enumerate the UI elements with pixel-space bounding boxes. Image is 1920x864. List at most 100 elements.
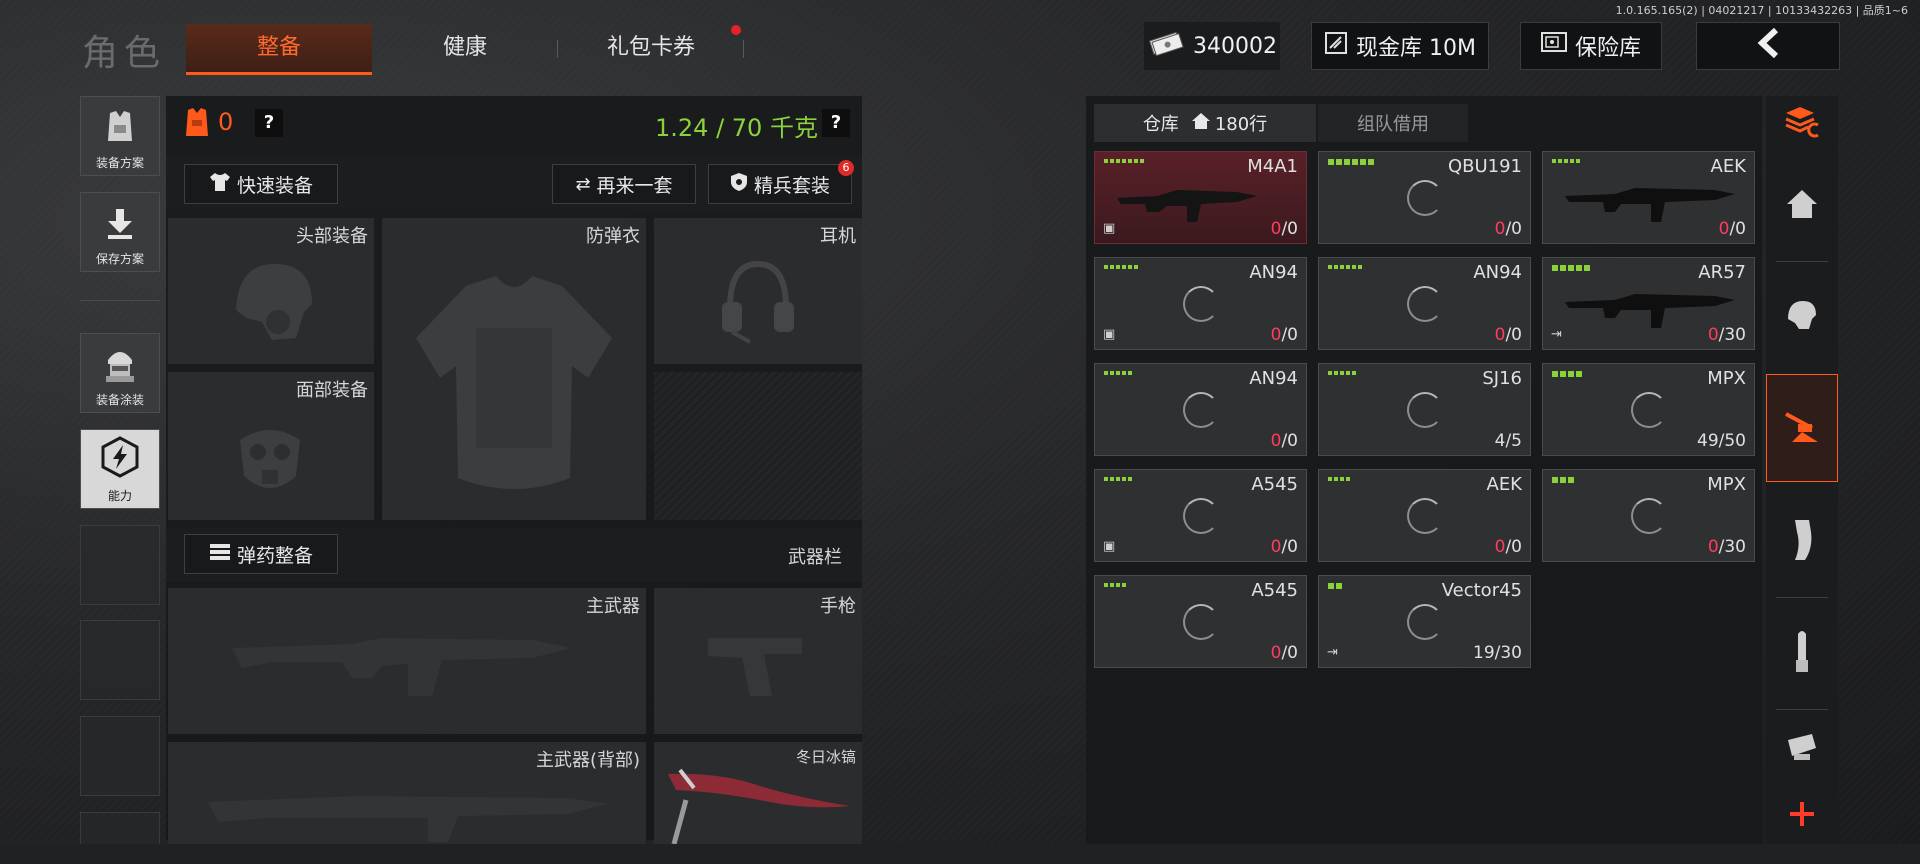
tab-team-borrow[interactable]: 组队借用 bbox=[1318, 104, 1468, 142]
slot-headset[interactable]: 耳机 bbox=[654, 218, 862, 364]
safe-icon bbox=[1540, 32, 1567, 60]
loading-spinner-icon bbox=[1406, 391, 1443, 428]
loading-spinner-icon bbox=[1182, 497, 1219, 534]
item-ammo: 0/0 bbox=[1271, 431, 1298, 451]
item-ammo: 0/0 bbox=[1495, 325, 1522, 345]
elite-set-button[interactable]: 精兵套装 bbox=[708, 164, 852, 204]
armor-count: 0 bbox=[218, 108, 234, 136]
loading-spinner-icon bbox=[1182, 391, 1219, 428]
tab-equip[interactable]: 整备 bbox=[186, 24, 372, 75]
safe-label: 保险库 bbox=[1574, 36, 1641, 61]
sidebar-item-save-plan[interactable]: 保存方案 bbox=[80, 192, 160, 272]
rarity-dots bbox=[1552, 265, 1590, 271]
inventory-item[interactable]: AN94 0/0 bbox=[1318, 257, 1531, 350]
tab-warehouse[interactable]: 仓库 180行 bbox=[1094, 104, 1316, 142]
ammo-current: 0 bbox=[1270, 643, 1282, 663]
weapon-bar-label: 武器栏 bbox=[788, 547, 842, 568]
rail-helmet[interactable] bbox=[1766, 262, 1838, 370]
ammo-max: /0 bbox=[1505, 219, 1522, 239]
ice-pick-icon bbox=[660, 760, 860, 848]
inventory-item[interactable]: A545 0/0 bbox=[1094, 575, 1307, 668]
ammo-current: 0 bbox=[1707, 325, 1719, 345]
slot-locked bbox=[654, 372, 862, 520]
rail-turret[interactable] bbox=[1766, 374, 1838, 482]
rail-add[interactable] bbox=[1766, 792, 1838, 840]
slot-face[interactable]: 面部装备 bbox=[168, 372, 374, 520]
loading-spinner-icon bbox=[1406, 497, 1443, 534]
slot-body-armor[interactable]: 防弹衣 bbox=[382, 218, 646, 520]
quick-equip-button[interactable]: 快速装备 bbox=[184, 164, 338, 204]
rarity-dots bbox=[1328, 371, 1356, 375]
cash-vault-icon bbox=[1324, 31, 1348, 61]
inventory-item[interactable]: QBU191 0/0 bbox=[1318, 151, 1531, 244]
item-name: AEK bbox=[1710, 156, 1747, 177]
item-name: A545 bbox=[1251, 474, 1298, 495]
ammo-current: 0 bbox=[1270, 537, 1282, 557]
item-ammo: 0/30 bbox=[1708, 537, 1746, 557]
pistol-icon bbox=[706, 632, 806, 706]
inventory-item[interactable]: A545 ▣ 0/0 bbox=[1094, 469, 1307, 562]
ammo-max: /30 bbox=[1494, 643, 1522, 663]
armor-help-icon[interactable]: ? bbox=[255, 109, 283, 137]
inventory-item[interactable]: AEK 0/0 bbox=[1542, 151, 1755, 244]
item-name: A545 bbox=[1251, 580, 1298, 601]
box-icon: ▣ bbox=[1103, 221, 1116, 236]
inventory-item[interactable]: AEK 0/0 bbox=[1318, 469, 1531, 562]
rail-magazine[interactable] bbox=[1766, 488, 1838, 596]
inventory-item[interactable]: Vector45 ⇥ 19/30 bbox=[1318, 575, 1531, 668]
sidebar-item-loadout-plan[interactable]: 装备方案 bbox=[80, 96, 160, 176]
item-name: Vector45 bbox=[1441, 580, 1522, 601]
item-ammo: 0/0 bbox=[1271, 219, 1298, 239]
ammo-equip-button[interactable]: 弹药整备 bbox=[184, 534, 338, 574]
slot-primary-weapon-back[interactable]: 主武器(背部) bbox=[168, 742, 646, 844]
tab-health[interactable]: 健康 bbox=[372, 24, 558, 72]
slot-head[interactable]: 头部装备 bbox=[168, 218, 374, 364]
box-icon: ▣ bbox=[1103, 539, 1116, 554]
rail-sort[interactable] bbox=[1766, 96, 1838, 152]
sidebar-item-ability[interactable]: 能力 bbox=[80, 429, 160, 509]
loading-spinner-icon bbox=[1182, 603, 1219, 640]
inventory-item[interactable]: SJ16 4/5 bbox=[1318, 363, 1531, 456]
rail-bullet[interactable] bbox=[1766, 600, 1838, 708]
ammo-max: /5 bbox=[1505, 431, 1522, 451]
rail-divider bbox=[1776, 597, 1828, 598]
tab-gift-coupons[interactable]: 礼包卡券 bbox=[558, 24, 744, 72]
slot-primary-weapon[interactable]: 主武器 bbox=[168, 588, 646, 734]
headset-icon bbox=[720, 258, 796, 352]
inventory-item[interactable]: M4A1 ▣ 0/0 bbox=[1094, 151, 1307, 244]
weight-help-icon[interactable]: ? bbox=[822, 109, 850, 137]
item-name: MPX bbox=[1707, 474, 1746, 495]
rarity-dots bbox=[1104, 159, 1144, 163]
slot-pistol[interactable]: 手枪 bbox=[654, 588, 862, 734]
inventory-item[interactable]: MPX 0/30 bbox=[1542, 469, 1755, 562]
ammo-current: 0 bbox=[1270, 219, 1282, 239]
ammo-current: 4 bbox=[1494, 431, 1506, 451]
inventory-item[interactable]: AR57 ⇥ 0/30 bbox=[1542, 257, 1755, 350]
item-ammo: 49/50 bbox=[1697, 431, 1746, 451]
loading-spinner-icon bbox=[1182, 285, 1219, 322]
ammo-current: 0 bbox=[1718, 219, 1730, 239]
item-name: AR57 bbox=[1698, 262, 1746, 283]
item-name: AN94 bbox=[1473, 262, 1522, 283]
rail-divider bbox=[1776, 709, 1828, 710]
rifle-icon bbox=[1117, 182, 1257, 230]
ammo-current: 19 bbox=[1473, 643, 1495, 663]
rarity-dots bbox=[1328, 583, 1342, 589]
item-name: QBU191 bbox=[1447, 156, 1522, 177]
inventory-item[interactable]: MPX 49/50 bbox=[1542, 363, 1755, 456]
another-set-button[interactable]: ⇄ 再来一套 bbox=[552, 164, 696, 204]
rarity-dots bbox=[1552, 159, 1580, 163]
item-ammo: 0/30 bbox=[1708, 325, 1746, 345]
back-button[interactable] bbox=[1696, 22, 1840, 70]
inventory-item[interactable]: AN94 0/0 bbox=[1094, 363, 1307, 456]
rail-scope[interactable] bbox=[1766, 712, 1838, 784]
loading-spinner-icon bbox=[1630, 497, 1667, 534]
rail-home[interactable] bbox=[1766, 152, 1838, 260]
sidebar-item-skin[interactable]: 装备涂装 bbox=[80, 333, 160, 413]
safe-button[interactable]: 保险库 bbox=[1520, 22, 1662, 70]
operator-head-icon bbox=[100, 344, 140, 387]
cash-vault-button[interactable]: 现金库 10M bbox=[1311, 22, 1489, 70]
inventory-item[interactable]: AN94 ▣ 0/0 bbox=[1094, 257, 1307, 350]
slot-melee[interactable]: 冬日冰镐 bbox=[654, 742, 862, 845]
ammo-max: /50 bbox=[1718, 431, 1746, 451]
